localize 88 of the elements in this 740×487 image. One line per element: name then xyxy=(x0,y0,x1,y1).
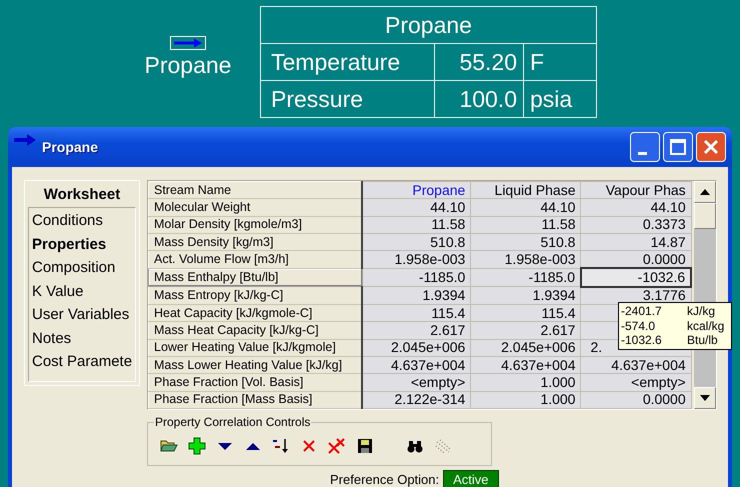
table-cell: 510.8 xyxy=(470,233,581,251)
table-cell: 14.87 xyxy=(580,233,692,251)
table-cell: 44.10 xyxy=(470,198,581,216)
row-label[interactable]: Mass Entropy [kJ/kg-C] xyxy=(148,286,362,305)
table-cell: 11.58 xyxy=(470,216,581,234)
property-value: 100.0 xyxy=(434,80,524,118)
delete-all-icon[interactable] xyxy=(328,436,346,455)
table-title: Propane xyxy=(260,6,596,44)
maximize-button[interactable] xyxy=(663,132,693,162)
sidebar-tab[interactable]: Conditions xyxy=(32,210,135,234)
table-cell: -1185.0 xyxy=(362,268,471,287)
table-cell: 115.4 xyxy=(470,304,581,322)
sort-icon[interactable] xyxy=(272,436,290,455)
unit-label: F xyxy=(524,44,596,80)
property-name: Temperature xyxy=(260,44,434,80)
property-value: 55.20 xyxy=(434,44,524,80)
table-cell: 1.9394 xyxy=(362,286,471,305)
maximize-icon xyxy=(669,138,687,156)
table-cell: 1.958e-003 xyxy=(362,250,471,268)
minimize-button[interactable] xyxy=(630,132,660,162)
table-cell: 2.122e-314 xyxy=(362,391,471,408)
table-cell: 1.9394 xyxy=(470,286,581,305)
sidebar-tab[interactable]: Cost Paramete xyxy=(32,351,135,374)
table-cell: 1.958e-003 xyxy=(470,250,581,268)
tooltip-value: -2401.7 xyxy=(621,304,663,318)
row-label[interactable]: Phase Fraction [Mass Basis] xyxy=(148,391,362,408)
row-label[interactable]: Phase Fraction [Vol. Basis] xyxy=(148,374,362,392)
row-label[interactable]: Act. Volume Flow [m3/h] xyxy=(148,250,362,268)
column-header: Liquid Phase xyxy=(470,182,581,199)
table-cell: 2.045e+006 xyxy=(362,339,471,356)
row-label[interactable]: Lower Heating Value [kJ/kgmole] xyxy=(148,339,362,356)
up-triangle-icon xyxy=(700,189,710,195)
table-cell: <empty> xyxy=(580,374,692,392)
tooltip-unit: kcal/kg xyxy=(687,318,724,333)
table-cell: 510.8 xyxy=(362,233,471,251)
sidebar-tab[interactable]: Composition xyxy=(32,257,135,280)
close-button[interactable] xyxy=(696,132,726,162)
plus-icon[interactable] xyxy=(188,436,206,455)
table-cell: -1185.0 xyxy=(470,268,581,287)
column-header: Propane xyxy=(362,182,471,199)
stream-label: Propane xyxy=(144,52,232,78)
table-cell: 2.045e+006 xyxy=(470,339,581,356)
table-cell: 1.000 xyxy=(470,374,581,392)
scroll-thumb[interactable] xyxy=(694,203,716,229)
table-cell: 11.58 xyxy=(362,216,471,234)
sidebar-tab[interactable]: Notes xyxy=(32,328,135,351)
table-cell: 4.637e+004 xyxy=(580,356,692,374)
group-title: Property Correlation Controls xyxy=(154,414,312,429)
table-cell: 0.3373 xyxy=(580,216,692,234)
unit-label: psia xyxy=(524,80,596,118)
preference-label: Preference Option: xyxy=(330,472,440,487)
property-name: Pressure xyxy=(260,80,434,118)
table-cell: -1032.6 xyxy=(580,268,692,287)
tooltip-value: -574.0 xyxy=(621,318,656,333)
sidebar-tab[interactable]: User Variables xyxy=(32,304,135,328)
row-label[interactable]: Mass Enthalpy [Btu/lb] xyxy=(148,268,362,287)
row-label[interactable]: Mass Density [kg/m3] xyxy=(148,233,362,251)
row-label[interactable]: Molar Density [kgmole/m3] xyxy=(148,216,362,234)
table-cell: <empty> xyxy=(362,374,471,392)
column-header: Stream Name xyxy=(148,182,362,199)
row-label[interactable]: Molecular Weight xyxy=(148,198,362,216)
table-cell: 2.617 xyxy=(362,322,471,340)
table-cell: 1.000 xyxy=(470,391,581,408)
arrow-icon xyxy=(14,134,36,146)
table-cell: 4.637e+004 xyxy=(362,356,471,374)
preference-status: Active xyxy=(443,470,499,487)
minimize-icon xyxy=(638,152,646,154)
down-triangle-icon xyxy=(700,394,710,401)
row-label[interactable]: Mass Lower Heating Value [kJ/kg] xyxy=(148,356,362,374)
tooltip-unit: kJ/kg xyxy=(687,304,716,318)
table-cell: 115.4 xyxy=(362,304,471,322)
sidebar-tab[interactable]: Properties xyxy=(32,234,135,257)
save-icon[interactable] xyxy=(356,436,374,455)
row-label[interactable]: Mass Heat Capacity [kJ/kg-C] xyxy=(148,322,362,340)
column-header: Vapour Phas xyxy=(580,182,692,199)
scatter-icon[interactable] xyxy=(434,436,452,455)
table-cell: 0.0000 xyxy=(580,391,692,408)
close-icon xyxy=(702,138,720,156)
row-label[interactable]: Heat Capacity [kJ/kgmole-C] xyxy=(148,304,362,322)
scroll-down-button[interactable] xyxy=(694,386,716,409)
window-title: Propane xyxy=(42,139,98,155)
sidebar-tab[interactable]: K Value xyxy=(32,280,135,304)
scroll-up-button[interactable] xyxy=(694,181,716,203)
table-cell: 44.10 xyxy=(362,198,471,216)
table-cell: 4.637e+004 xyxy=(470,356,581,374)
table-cell: 2.617 xyxy=(470,322,581,340)
table-cell: 44.10 xyxy=(580,198,692,216)
sidebar-header: Worksheet xyxy=(42,185,122,205)
